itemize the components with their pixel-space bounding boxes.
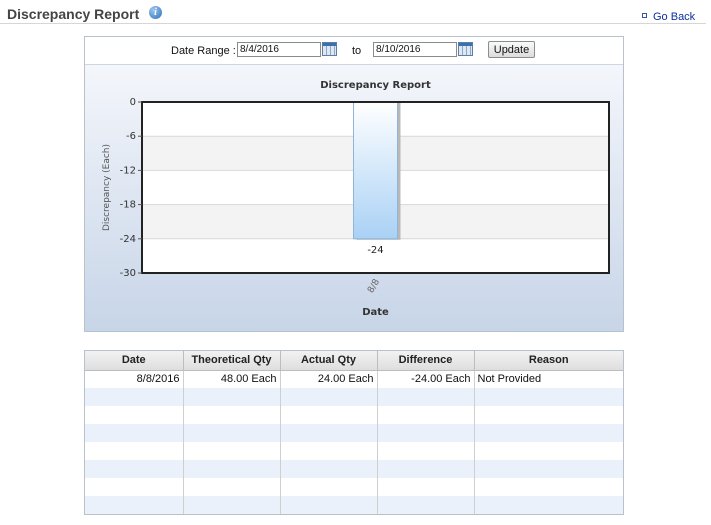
table-cell [183, 424, 281, 442]
table-row[interactable]: 8/8/2016 48.00 Each 24.00 Each -24.00 Each N… [85, 370, 623, 388]
table-cell [280, 478, 378, 496]
table-cell: Not Provided [477, 373, 542, 386]
table-cell [183, 478, 281, 496]
table-row [85, 388, 623, 406]
table-cell [474, 388, 623, 406]
chart-area: -24 8/8 0 -6 -12 -18 -24 -30 Discrepancy Report D… [85, 64, 623, 331]
table-cell [377, 424, 475, 442]
table-cell [377, 496, 475, 514]
table-cell [85, 424, 184, 442]
table-cell: 24.00 Each [280, 370, 378, 388]
table-cell [377, 388, 475, 406]
calendar-icon[interactable] [322, 42, 337, 56]
table-cell [183, 406, 281, 424]
table-cell [280, 460, 378, 478]
y-tick-label: -18 [120, 200, 136, 211]
x-axis-label: Date [362, 307, 389, 318]
table-row [85, 478, 623, 496]
table-cell [474, 460, 623, 478]
column-header[interactable]: Actual Qty [280, 351, 378, 371]
results-table: Date Theoretical Qty Actual Qty Difference R… [85, 351, 623, 514]
chart-panel: Date Range : to Update -248/80-6-12-18-2… [84, 36, 624, 332]
chart-title: Discrepancy Report [320, 80, 431, 91]
table-cell [183, 388, 281, 406]
bar-data-label: -24 [367, 245, 383, 256]
table-row [85, 496, 623, 514]
column-header[interactable]: Difference [377, 351, 475, 371]
table-header-row: Date Theoretical Qty Actual Qty Difference R… [85, 351, 623, 371]
table-cell [85, 442, 184, 460]
x-tick-label: 8/8 [366, 277, 382, 295]
table-cell [85, 478, 184, 496]
table-row [85, 424, 623, 442]
page-title: Discrepancy Report [7, 6, 140, 22]
table-cell [377, 442, 475, 460]
y-tick-label: -30 [120, 268, 136, 279]
y-tick-label: -6 [126, 131, 136, 142]
table-cell [85, 406, 184, 424]
column-header[interactable]: Date [85, 351, 184, 371]
go-back-link[interactable]: Go Back [653, 11, 695, 23]
table-cell [377, 406, 475, 424]
results-grid: Date Theoretical Qty Actual Qty Difference R… [84, 350, 624, 515]
bar [353, 101, 398, 240]
table-cell [474, 478, 623, 496]
table-cell [85, 496, 184, 514]
column-header[interactable]: Reason [474, 351, 623, 371]
info-icon[interactable]: i [149, 6, 162, 19]
table-row [85, 460, 623, 478]
bullet-icon [642, 13, 647, 18]
table-cell [85, 460, 184, 478]
date-range-label: Date Range : [171, 45, 236, 57]
table-cell [280, 496, 378, 514]
table-cell [280, 406, 378, 424]
table-cell [377, 478, 475, 496]
table-cell [85, 388, 184, 406]
table-row [85, 442, 623, 460]
table-cell [377, 460, 475, 478]
date-to-input[interactable] [373, 42, 457, 57]
date-range-bar: Date Range : to Update [85, 37, 623, 64]
column-header[interactable]: Theoretical Qty [183, 351, 281, 371]
discrepancy-chart: -24 8/8 0 -6 -12 -18 -24 -30 Discrepancy Report D… [102, 80, 610, 318]
table-cell [280, 388, 378, 406]
y-tick-label: -12 [120, 165, 136, 176]
y-tick-label: 0 [130, 97, 136, 108]
y-axis-label: Discrepancy (Each) [102, 144, 112, 231]
update-button[interactable]: Update [488, 41, 535, 58]
table-cell [280, 424, 378, 442]
table-cell: 8/8/2016 [85, 370, 184, 388]
page-header: Discrepancy Report i Go Back [0, 0, 706, 24]
table-cell: 48.00 Each [183, 370, 281, 388]
y-tick-label: -24 [120, 234, 136, 245]
table-cell [183, 442, 281, 460]
table-cell [474, 424, 623, 442]
table-cell [474, 442, 623, 460]
table-row [85, 406, 623, 424]
table-cell [280, 442, 378, 460]
calendar-icon[interactable] [458, 42, 473, 56]
table-cell [474, 496, 623, 514]
table-cell: -24.00 Each [377, 370, 475, 388]
table-cell [183, 460, 281, 478]
table-cell [183, 496, 281, 514]
date-from-input[interactable] [237, 42, 321, 57]
table-cell [474, 406, 623, 424]
date-range-separator: to [352, 45, 362, 57]
